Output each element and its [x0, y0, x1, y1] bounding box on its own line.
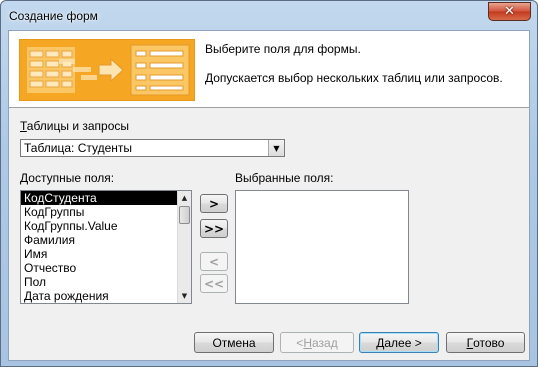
close-icon: ✕	[504, 4, 515, 19]
list-item[interactable]: Фамилия	[21, 233, 177, 247]
next-button[interactable]: Далее >	[359, 332, 439, 353]
form-wizard-illustration	[19, 39, 195, 101]
remove-field-button[interactable]: <	[200, 252, 228, 271]
tables-queries-value: Таблица: Студенты	[24, 141, 133, 155]
available-fields-scrollbar[interactable]: ▲ ▼	[177, 191, 191, 303]
selected-fields-list[interactable]	[235, 190, 409, 304]
list-item[interactable]: Имя	[21, 247, 177, 261]
selected-fields-label: Выбранные поля:	[235, 171, 334, 185]
cancel-button[interactable]: Отмена	[194, 332, 274, 353]
banner-instruction: Выберите поля для формы.	[205, 42, 361, 56]
available-fields-list[interactable]: КодСтудента КодГруппы КодГруппы.Value Фамил…	[20, 190, 192, 304]
list-item[interactable]: Отчество	[21, 261, 177, 275]
scroll-up-icon[interactable]: ▲	[178, 191, 191, 205]
dialog-window: Создание форм ✕ Выберите поля для формы.…	[0, 0, 538, 367]
list-item[interactable]: Пол	[21, 275, 177, 289]
tables-queries-label: Таблицы и запросы	[20, 119, 130, 133]
scroll-thumb[interactable]	[179, 206, 190, 224]
remove-all-fields-button[interactable]: <<	[200, 274, 228, 293]
add-field-button[interactable]: >	[200, 194, 228, 213]
available-fields-label: Доступные поля:	[20, 171, 115, 185]
add-all-fields-button[interactable]: >>	[200, 219, 228, 238]
back-button[interactable]: < Назад	[280, 332, 354, 353]
chevron-down-icon[interactable]: ▼	[268, 140, 284, 156]
close-button[interactable]: ✕	[488, 2, 531, 21]
window-title: Создание форм	[9, 9, 98, 23]
tables-queries-select[interactable]: Таблица: Студенты ▼	[20, 139, 285, 157]
list-item[interactable]: КодСтудента	[21, 191, 177, 205]
available-fields-items: КодСтудента КодГруппы КодГруппы.Value Фамил…	[21, 191, 177, 303]
list-item[interactable]: Дата рождения	[21, 289, 177, 303]
finish-button[interactable]: Готово	[446, 332, 525, 353]
wizard-banner: Выберите поля для формы. Допускается выб…	[9, 31, 529, 108]
list-item[interactable]: КодГруппы	[21, 205, 177, 219]
banner-hint: Допускается выбор нескольких таблиц или …	[205, 71, 503, 85]
scroll-down-icon[interactable]: ▼	[178, 289, 191, 303]
title-bar[interactable]: Создание форм ✕	[1, 1, 537, 31]
list-item[interactable]: КодГруппы.Value	[21, 219, 177, 233]
dialog-client: Выберите поля для формы. Допускается выб…	[8, 30, 530, 361]
